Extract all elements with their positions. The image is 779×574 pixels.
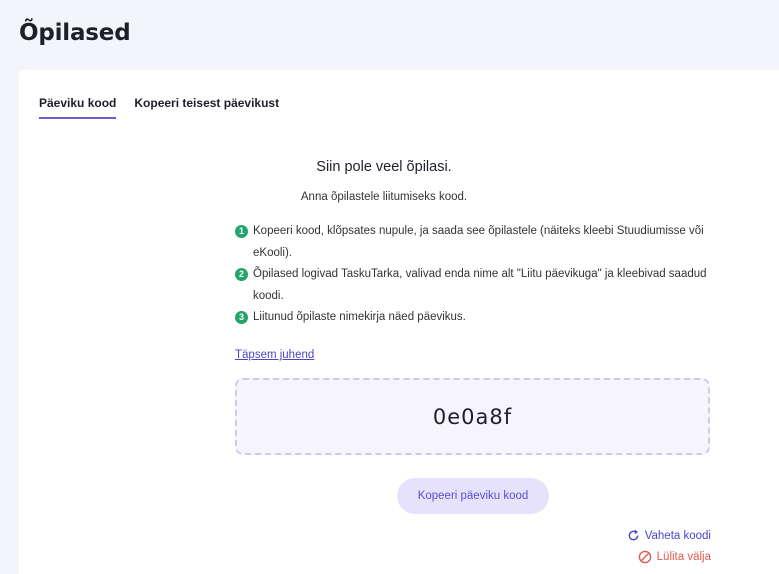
step-number-badge: 3: [235, 311, 248, 324]
step-text: Liitunud õpilaste nimekirja näed päeviku…: [253, 311, 466, 323]
tab-diary-code[interactable]: Päeviku kood: [39, 96, 117, 119]
instruction-steps: 1 Kopeeri kood, klõpsates nupule, ja saa…: [235, 221, 715, 329]
tab-copy-from-diary[interactable]: Kopeeri teisest päevikust: [134, 96, 279, 119]
tab-bar: Päeviku kood Kopeeri teisest päevikust: [39, 96, 279, 119]
disable-code-label: Lülita välja: [656, 551, 711, 563]
change-code-button[interactable]: Vaheta koodi: [627, 529, 711, 542]
instruction-step: 1 Kopeeri kood, klõpsates nupule, ja saa…: [235, 221, 715, 264]
detailed-guide-link[interactable]: Täpsem juhend: [235, 349, 314, 361]
instruction-step: 2 Õpilased logivad TaskuTarka, valivad e…: [235, 264, 715, 307]
disable-code-button[interactable]: Lülita välja: [638, 550, 711, 564]
main-card: Päeviku kood Kopeeri teisest päevikust S…: [19, 70, 779, 574]
step-text: Õpilased logivad TaskuTarka, valivad end…: [253, 268, 707, 302]
refresh-icon: [627, 529, 640, 542]
instruction-step: 3 Liitunud õpilaste nimekirja näed päevi…: [235, 307, 715, 329]
change-code-label: Vaheta koodi: [644, 529, 711, 542]
copy-code-button[interactable]: Kopeeri päeviku kood: [397, 478, 549, 514]
step-number-badge: 1: [235, 225, 248, 238]
empty-state-title: Siin pole veel õpilasi.: [316, 159, 452, 175]
diary-code-box: 0e0a8f: [235, 378, 710, 455]
empty-state-subtitle: Anna õpilastele liitumiseks kood.: [300, 191, 468, 203]
step-text: Kopeeri kood, klõpsates nupule, ja saada…: [253, 225, 704, 259]
page-title: Õpilased: [19, 20, 131, 46]
diary-code-value: 0e0a8f: [432, 404, 513, 429]
step-number-badge: 2: [235, 268, 248, 281]
ban-icon: [638, 550, 652, 564]
